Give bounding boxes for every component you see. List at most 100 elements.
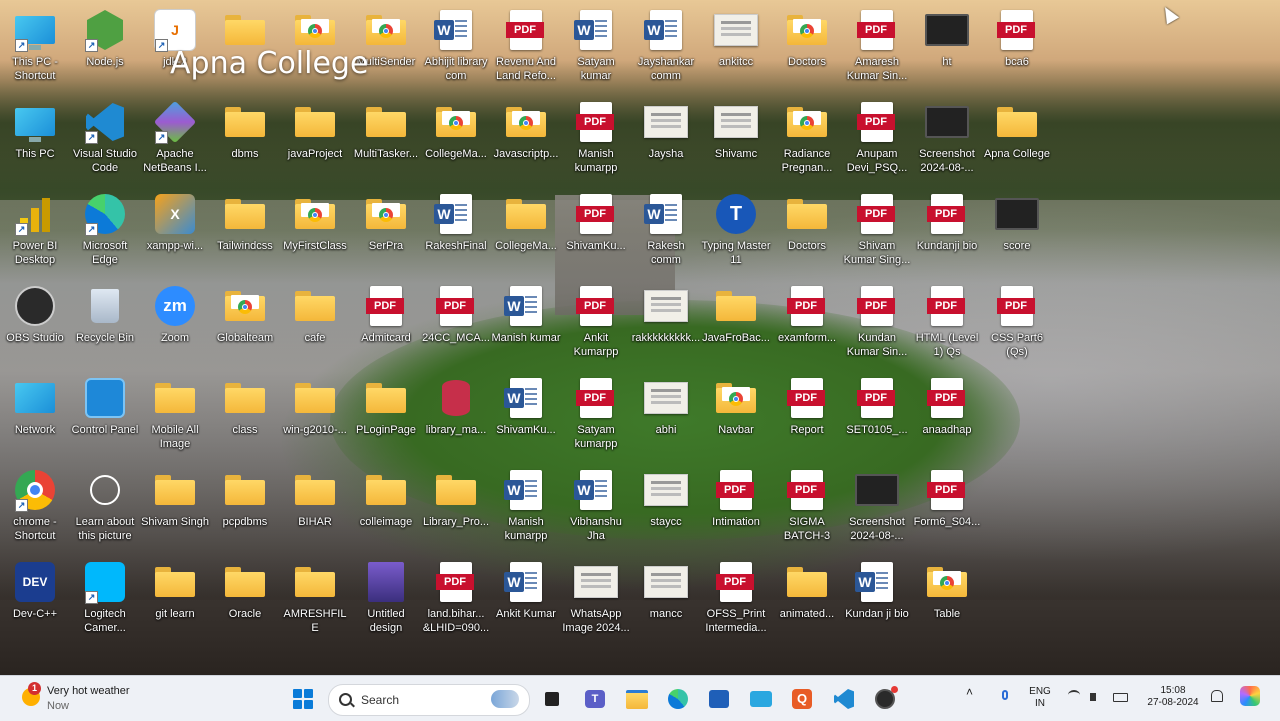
desktop-icon[interactable]: class bbox=[210, 372, 280, 462]
desktop-icon[interactable]: W Manish kumarpp bbox=[491, 464, 561, 554]
desktop-icon[interactable]: Apna College bbox=[982, 96, 1052, 186]
desktop-icon[interactable]: MultiTasker... bbox=[351, 96, 421, 186]
desktop-icon[interactable]: PDF Kundan Kumar Sin... bbox=[842, 280, 912, 370]
file-explorer-button[interactable] bbox=[622, 684, 652, 714]
desktop-icon[interactable]: Untitled design bbox=[351, 556, 421, 646]
desktop-icon[interactable]: T Typing Master 11 bbox=[701, 188, 771, 278]
desktop-icon[interactable]: W Abhijit library com bbox=[421, 4, 491, 94]
desktop-icon[interactable]: win-g2010-... bbox=[280, 372, 350, 462]
desktop-icon[interactable]: Screenshot 2024-08-... bbox=[912, 96, 982, 186]
desktop-icon[interactable]: javaProject bbox=[280, 96, 350, 186]
quiz-app-button[interactable]: Q bbox=[787, 684, 817, 714]
desktop-icon[interactable]: PDF SIGMA BATCH-3 bbox=[772, 464, 842, 554]
desktop-icon[interactable]: Globalteam bbox=[210, 280, 280, 370]
desktop-icon[interactable]: PDF OFSS_Print Intermedia... bbox=[701, 556, 771, 646]
desktop-icon[interactable]: PDF Report bbox=[772, 372, 842, 462]
desktop-icon[interactable]: W Ankit Kumar bbox=[491, 556, 561, 646]
desktop-icon[interactable]: W RakeshFinal bbox=[421, 188, 491, 278]
desktop-icon[interactable]: W Rakesh comm bbox=[631, 188, 701, 278]
desktop-icon[interactable]: PDF Revenu And Land Refo... bbox=[491, 4, 561, 94]
desktop-icon[interactable]: Shivam Singh bbox=[140, 464, 210, 554]
desktop-icon[interactable]: Network bbox=[0, 372, 70, 462]
notification-bell-icon[interactable] bbox=[1210, 690, 1224, 704]
desktop-icon[interactable]: W Manish kumar bbox=[491, 280, 561, 370]
desktop-icon[interactable]: CollegeMa... bbox=[421, 96, 491, 186]
desktop-icon[interactable]: animated... bbox=[772, 556, 842, 646]
desktop-icon[interactable]: This PC bbox=[0, 96, 70, 186]
desktop-icon[interactable]: BIHAR bbox=[280, 464, 350, 554]
desktop-icon[interactable]: ↗ Logitech Camer... bbox=[70, 556, 140, 646]
desktop-icon[interactable]: dbms bbox=[210, 96, 280, 186]
desktop-icon[interactable]: PDF Amaresh Kumar Sin... bbox=[842, 4, 912, 94]
microphone-icon[interactable] bbox=[998, 690, 1012, 704]
desktop-icon[interactable]: colleimage bbox=[351, 464, 421, 554]
desktop-icon[interactable]: DEV Dev-C++ bbox=[0, 556, 70, 646]
desktop-icon[interactable]: PDF ShivamKu... bbox=[561, 188, 631, 278]
copilot-icon[interactable] bbox=[1240, 686, 1260, 706]
desktop-icon[interactable]: PDF 24CC_MCA... bbox=[421, 280, 491, 370]
desktop-icon[interactable]: ankitcc bbox=[701, 4, 771, 94]
desktop[interactable]: ↗ This PC - Shortcut ↗ Node.js J ↗ jdk-2 MultiS… bbox=[0, 0, 1280, 675]
desktop-icon[interactable]: MyFirstClass bbox=[280, 188, 350, 278]
weather-widget[interactable]: 1 Very hot weather Now bbox=[18, 682, 218, 716]
desktop-icon[interactable]: PDF Anupam Devi_PSQ... bbox=[842, 96, 912, 186]
desktop-icon[interactable]: cafe bbox=[280, 280, 350, 370]
desktop-icon[interactable]: PDF land.bihar... &LHID=090... bbox=[421, 556, 491, 646]
desktop-icon[interactable]: abhi bbox=[631, 372, 701, 462]
wifi-icon[interactable] bbox=[1068, 690, 1082, 704]
desktop-icon[interactable]: Radiance Pregnan... bbox=[772, 96, 842, 186]
desktop-icon[interactable]: ↗ This PC - Shortcut bbox=[0, 4, 70, 94]
desktop-icon[interactable]: Recycle Bin bbox=[70, 280, 140, 370]
desktop-icon[interactable]: PDF Admitcard bbox=[351, 280, 421, 370]
task-view-button[interactable] bbox=[537, 684, 567, 714]
desktop-icon[interactable]: ht bbox=[912, 4, 982, 94]
desktop-icon[interactable]: PDF Satyam kumarpp bbox=[561, 372, 631, 462]
edge-taskbar-button[interactable] bbox=[663, 684, 693, 714]
desktop-icon[interactable]: JavaFroBac... bbox=[701, 280, 771, 370]
desktop-icon[interactable]: ↗ Microsoft Edge bbox=[70, 188, 140, 278]
app-button[interactable] bbox=[746, 684, 776, 714]
desktop-icon[interactable]: W Satyam kumar bbox=[561, 4, 631, 94]
desktop-icon[interactable]: Mobile All Image bbox=[140, 372, 210, 462]
start-button[interactable] bbox=[288, 684, 318, 714]
desktop-icon[interactable]: Doctors bbox=[772, 188, 842, 278]
desktop-icon[interactable]: Oracle bbox=[210, 556, 280, 646]
desktop-icon[interactable]: git learn bbox=[140, 556, 210, 646]
clock[interactable]: 15:08 27-08-2024 bbox=[1140, 685, 1206, 709]
desktop-icon[interactable]: PDF CSS Part6 (Qs) bbox=[982, 280, 1052, 370]
desktop-icon[interactable]: pcpdbms bbox=[210, 464, 280, 554]
taskbar-search-box[interactable]: Search bbox=[328, 684, 530, 716]
desktop-icon[interactable]: AMRESHFILE bbox=[280, 556, 350, 646]
desktop-icon[interactable]: library_ma... bbox=[421, 372, 491, 462]
desktop-icon[interactable]: PDF Intimation bbox=[701, 464, 771, 554]
desktop-icon[interactable]: PDF Kundanji bio bbox=[912, 188, 982, 278]
desktop-icon[interactable]: PDF HTML (Level 1) Qs bbox=[912, 280, 982, 370]
desktop-icon[interactable]: Control Panel bbox=[70, 372, 140, 462]
desktop-icon[interactable]: rakkkkkkkkk... bbox=[631, 280, 701, 370]
desktop-icon[interactable]: WhatsApp Image 2024... bbox=[561, 556, 631, 646]
desktop-icon[interactable]: Tailwindcss bbox=[210, 188, 280, 278]
desktop-icon[interactable]: Jaysha bbox=[631, 96, 701, 186]
obs-taskbar-button[interactable] bbox=[870, 684, 900, 714]
desktop-icon[interactable]: Navbar bbox=[701, 372, 771, 462]
battery-icon[interactable] bbox=[1113, 690, 1128, 704]
desktop-icon[interactable]: PLoginPage bbox=[351, 372, 421, 462]
desktop-icon[interactable]: W ShivamKu... bbox=[491, 372, 561, 462]
language-indicator[interactable]: ENG IN bbox=[1026, 686, 1054, 710]
teams-button[interactable]: T bbox=[580, 684, 610, 714]
desktop-icon[interactable]: ↗ Power BI Desktop bbox=[0, 188, 70, 278]
desktop-icon[interactable]: Library_Pro... bbox=[421, 464, 491, 554]
desktop-icon[interactable]: Doctors bbox=[772, 4, 842, 94]
desktop-icon[interactable]: ↗ Apache NetBeans I... bbox=[140, 96, 210, 186]
show-hidden-icons-button[interactable]: ˄ bbox=[966, 686, 973, 698]
desktop-icon[interactable]: mancc bbox=[631, 556, 701, 646]
vscode-taskbar-button[interactable] bbox=[829, 684, 859, 714]
volume-icon[interactable] bbox=[1090, 690, 1104, 704]
desktop-icon[interactable]: W Jayshankar comm bbox=[631, 4, 701, 94]
desktop-icon[interactable]: Learn about this picture bbox=[70, 464, 140, 554]
desktop-icon[interactable]: PDF examform... bbox=[772, 280, 842, 370]
desktop-icon[interactable]: W Kundan ji bio bbox=[842, 556, 912, 646]
desktop-icon[interactable]: PDF Ankit Kumarpp bbox=[561, 280, 631, 370]
desktop-icon[interactable]: PDF Shivam Kumar Sing... bbox=[842, 188, 912, 278]
desktop-icon[interactable]: PDF SET0105_... bbox=[842, 372, 912, 462]
